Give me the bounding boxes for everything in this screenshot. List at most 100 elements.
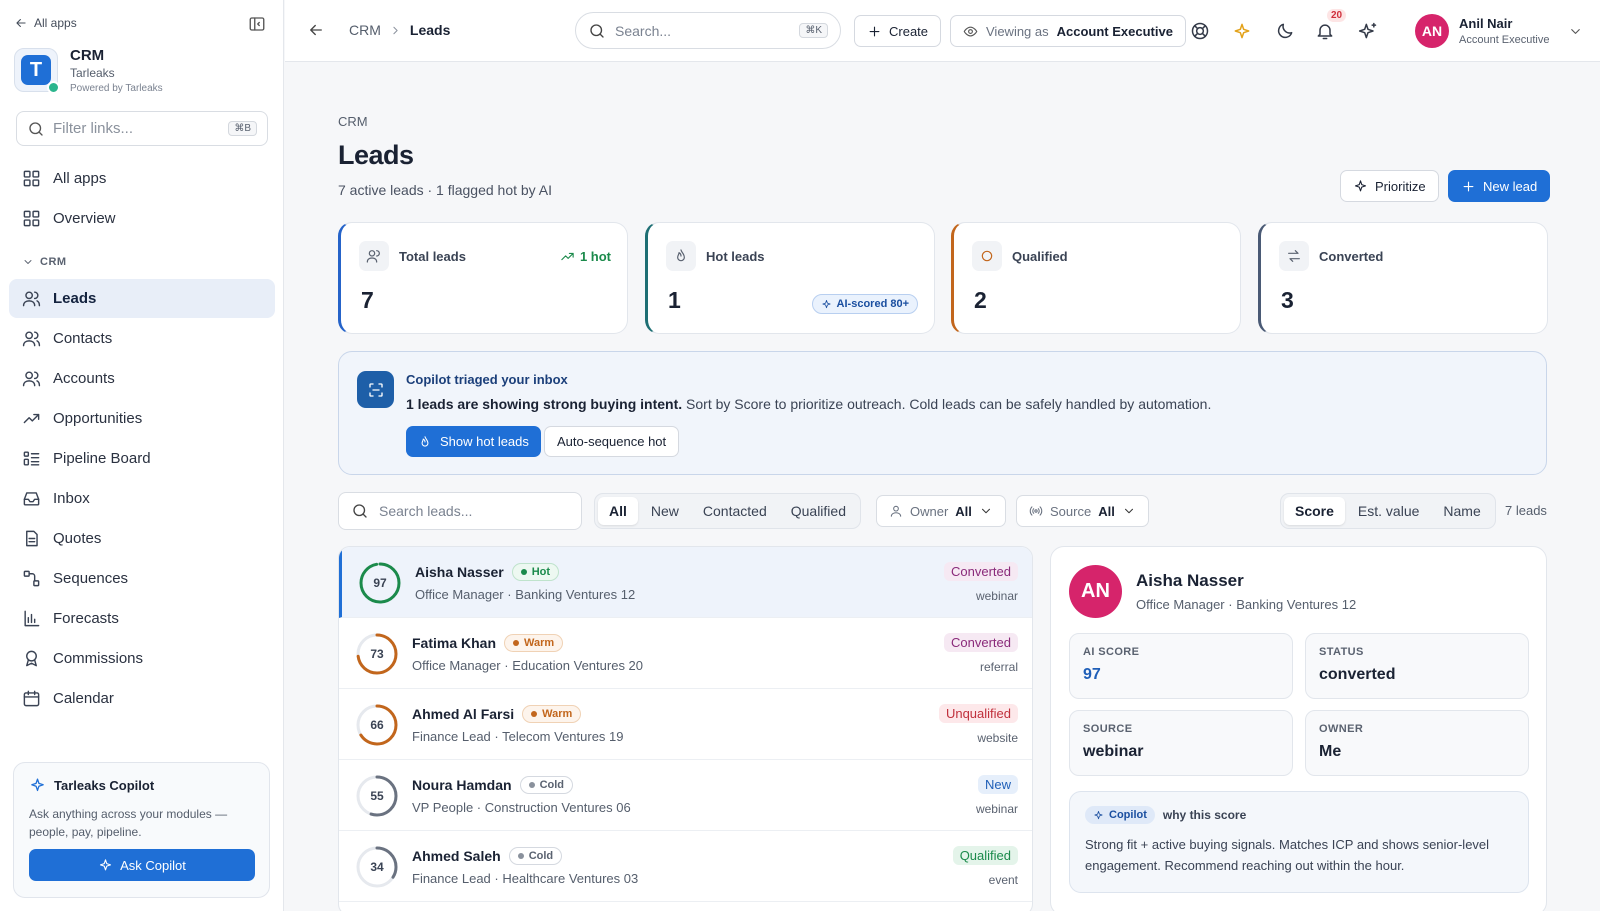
source-label: Source <box>1050 503 1092 519</box>
score-value: 97 <box>373 576 387 590</box>
crm-section-toggle[interactable]: CRM <box>22 256 67 268</box>
nav-inbox[interactable]: Inbox <box>9 479 275 518</box>
lead-row[interactable]: 66 Ahmed Al Farsi Warm Finance Lead · Te… <box>339 689 1032 760</box>
temperature-badge: Warm <box>522 705 582 723</box>
back-button[interactable] <box>307 21 325 39</box>
copilot-title: Tarleaks Copilot <box>54 778 155 793</box>
trending-icon <box>23 413 40 424</box>
filter-links-input[interactable]: Filter links... ⌘B <box>16 111 268 146</box>
nav-label: Commissions <box>53 650 144 667</box>
nav-quotes[interactable]: Quotes <box>9 519 275 558</box>
circle-icon <box>972 241 1002 271</box>
source-filter-dropdown[interactable]: Source All <box>1016 495 1149 527</box>
lead-title: Office Manager · Banking Ventures 12 <box>415 587 636 602</box>
nav-overview[interactable]: Overview <box>9 199 275 238</box>
app-name: CRM <box>70 47 105 64</box>
lead-row[interactable]: 34 Ahmed Saleh Cold Finance Lead · Healt… <box>339 831 1032 902</box>
sparkle-icon <box>100 858 112 870</box>
lifebuoy-icon <box>1191 22 1209 40</box>
auto-sequence-hot-button[interactable]: Auto-sequence hot <box>544 426 680 457</box>
why-label: why this score <box>1162 808 1247 822</box>
field-ai-score: AI SCORE 97 <box>1069 633 1293 699</box>
temperature-badge: Hot <box>511 563 560 581</box>
tab-new[interactable]: New <box>640 497 690 525</box>
field-label: AI SCORE <box>1083 646 1140 658</box>
field-label: OWNER <box>1319 723 1364 735</box>
viewing-prefix: Viewing as <box>986 23 1049 39</box>
chevron-right-icon <box>393 26 398 34</box>
owner-filter-dropdown[interactable]: Owner All <box>876 495 1006 527</box>
nav-forecasts[interactable]: Forecasts <box>9 599 275 638</box>
user-name: Anil Nair <box>1459 16 1513 31</box>
lead-name: Ahmed Al Farsi <box>412 706 515 722</box>
tab-contacted[interactable]: Contacted <box>692 497 778 525</box>
field-value: Me <box>1319 743 1342 760</box>
moon-icon <box>1277 23 1293 39</box>
back-to-all-apps[interactable]: All apps <box>14 16 77 30</box>
user-menu[interactable]: AN Anil Nair Account Executive <box>1415 14 1583 48</box>
kpi-qualified: Qualified 2 <box>951 222 1241 334</box>
banner-text: 1 leads are showing strong buying intent… <box>406 396 1211 412</box>
filter-shortcut: ⌘B <box>228 121 257 136</box>
page-subtitle: 7 active leads · 1 flagged hot by AI <box>338 182 553 198</box>
lead-row[interactable]: 73 Fatima Khan Warm Office Manager · Edu… <box>339 618 1032 689</box>
help-button[interactable] <box>1190 21 1210 41</box>
nav-leads[interactable]: Leads <box>9 279 275 318</box>
create-button[interactable]: Create <box>854 15 942 47</box>
lead-source: website <box>977 731 1018 745</box>
copilot-button[interactable] <box>1358 21 1378 41</box>
viewing-as-selector[interactable]: Viewing as Account Executive <box>950 15 1186 47</box>
sort-score[interactable]: Score <box>1284 497 1345 525</box>
breadcrumb: CRM Leads <box>349 22 450 38</box>
nav-contacts[interactable]: Contacts <box>9 319 275 358</box>
sort-name[interactable]: Name <box>1432 497 1491 525</box>
chevron-down-icon <box>1570 28 1580 34</box>
nav-calendar[interactable]: Calendar <box>9 679 275 718</box>
nav-opportunities[interactable]: Opportunities <box>9 399 275 438</box>
kpi-value: 7 <box>361 287 374 313</box>
nav-label: Forecasts <box>53 610 119 627</box>
score-value: 55 <box>370 789 384 803</box>
calendar-icon <box>23 690 40 707</box>
lead-row[interactable]: 97 Aisha Nasser Hot Office Manager · Ban… <box>339 547 1032 618</box>
global-search-input[interactable]: Search... ⌘K <box>575 12 841 49</box>
ask-copilot-button[interactable]: Ask Copilot <box>29 849 255 881</box>
sun-sparkle-icon <box>1234 23 1250 39</box>
new-lead-button[interactable]: New lead <box>1448 170 1551 202</box>
tab-qualified[interactable]: Qualified <box>780 497 857 525</box>
nav-label: Quotes <box>53 530 102 547</box>
nav-label: Opportunities <box>53 410 143 427</box>
viewing-role: Account Executive <box>1056 23 1173 39</box>
sparkle-icon <box>31 778 44 792</box>
lead-search-input[interactable]: Search leads... <box>338 492 582 530</box>
breadcrumb-crm[interactable]: CRM <box>349 22 381 38</box>
sequence-icon <box>23 570 40 587</box>
prioritize-label: Prioritize <box>1375 178 1426 194</box>
nav-accounts[interactable]: Accounts <box>9 359 275 398</box>
tab-all[interactable]: All <box>598 497 638 525</box>
lead-row[interactable]: 55 Noura Hamdan Cold VP People · Constru… <box>339 760 1032 831</box>
theme-toggle-button[interactable] <box>1275 21 1295 41</box>
ai-highlight-button[interactable] <box>1232 21 1252 41</box>
arrow-left-icon <box>310 24 322 36</box>
search-icon <box>29 121 43 136</box>
status-badge: Converted <box>944 562 1018 581</box>
nav-sequences[interactable]: Sequences <box>9 559 275 598</box>
collapse-sidebar-button[interactable] <box>248 15 266 33</box>
grid-icon <box>23 210 40 227</box>
temp-label: Warm <box>524 637 555 649</box>
show-hot-leads-button[interactable]: Show hot leads <box>406 426 541 457</box>
field-value: 97 <box>1083 666 1101 683</box>
field-label: STATUS <box>1319 646 1364 658</box>
copilot-card: Tarleaks Copilot Ask anything across you… <box>13 762 270 898</box>
temp-label: Cold <box>528 850 554 862</box>
sort-est-value[interactable]: Est. value <box>1347 497 1430 525</box>
prioritize-button[interactable]: Prioritize <box>1340 170 1439 202</box>
detail-subtitle: Office Manager · Banking Ventures 12 <box>1136 597 1357 612</box>
nav-all-apps[interactable]: All apps <box>9 159 275 198</box>
nav-pipeline-board[interactable]: Pipeline Board <box>9 439 275 478</box>
nav-commissions[interactable]: Commissions <box>9 639 275 678</box>
scan-icon <box>357 371 394 408</box>
notifications-button[interactable]: 20 <box>1315 9 1347 41</box>
sparkle-icon <box>821 299 831 308</box>
